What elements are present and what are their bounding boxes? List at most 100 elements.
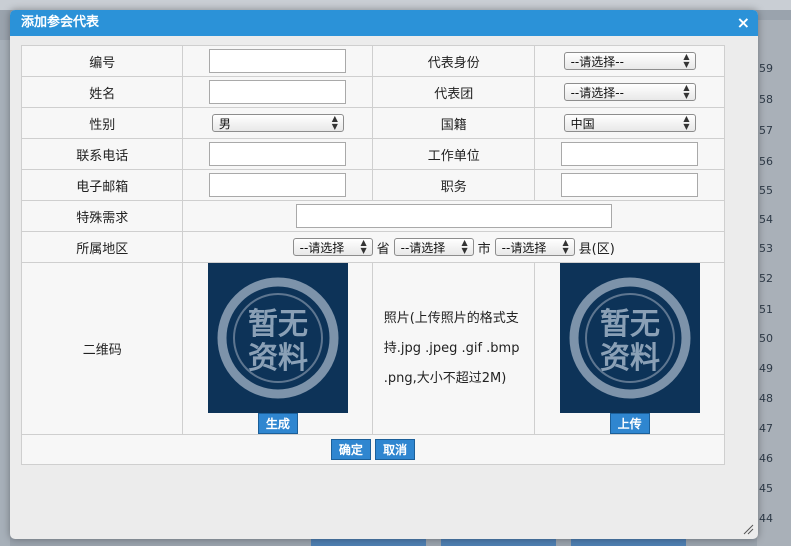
background-row-number: 45 [759, 482, 773, 495]
stamp-text-line-1: 暂无 [248, 307, 308, 342]
form-row: 联系电话 工作单位 [20, 138, 725, 170]
photo-note-cell: 照片(上传照片的格式支持.jpg .jpeg .gif .bmp .png,大小… [372, 262, 536, 435]
resize-handle-icon[interactable] [742, 523, 754, 535]
upload-button[interactable]: 上传 [609, 413, 650, 434]
no-data-stamp-icon: 暂无 资料 [569, 277, 691, 399]
gender-select-value: 男 [218, 116, 231, 131]
phone-label: 联系电话 [20, 138, 184, 170]
select-arrows-icon: ▲ ▼ [461, 238, 468, 255]
background-row-number: 54 [759, 213, 773, 226]
gender-cell: 男 ▲ ▼ [182, 107, 374, 139]
select-arrows-icon: ▲ ▼ [683, 83, 690, 100]
form-row: 性别 男 ▲ ▼ 国籍 中国 ▲ ▼ [20, 107, 725, 139]
form-actions-row: 确定 取消 [21, 434, 725, 465]
city-select[interactable]: --请选择 ▲ ▼ [393, 238, 474, 256]
background-row-number: 46 [759, 452, 773, 465]
province-select-value: --请选择 [299, 240, 345, 255]
delegate-form-table: 编号 代表身份 --请选择-- ▲ ▼ 姓名 代表团 --请选择-- ▲ ▼ 性别 男 ▲… [20, 45, 725, 465]
stamp-text-line-2: 资料 [248, 341, 308, 376]
background-row-number: 58 [759, 93, 773, 106]
position-input[interactable] [561, 173, 699, 197]
nationality-select-value: 中国 [570, 116, 595, 131]
qr-code-placeholder-image: 暂无 资料 [207, 263, 348, 413]
delegation-select[interactable]: --请选择-- ▲ ▼ [563, 83, 696, 101]
confirm-button[interactable]: 确定 [330, 439, 371, 460]
cancel-button[interactable]: 取消 [375, 439, 416, 460]
form-row: 所属地区 --请选择 ▲ ▼ 省 --请选择 ▲ ▼ 市 --请选择 ▲ ▼ 县(区) [20, 231, 725, 263]
nationality-cell: 中国 ▲ ▼ [534, 107, 725, 139]
background-row-number: 55 [759, 184, 773, 197]
stamp-text-line-2: 资料 [600, 341, 660, 376]
form-row: 二维码 暂无 资料 生成 照片(上传照片的格式支持.jpg .jpeg .gif… [20, 262, 725, 435]
form-row: 特殊需求 [20, 200, 725, 232]
close-icon[interactable]: × [737, 10, 750, 36]
background-row-number: 52 [759, 272, 773, 285]
select-arrows-icon: ▲ ▼ [683, 114, 690, 131]
background-row-number: 50 [759, 332, 773, 345]
role-select-value: --请选择-- [570, 54, 624, 69]
email-input[interactable] [209, 173, 347, 197]
background-row-number-column: 59 58 57 56 55 54 53 52 51 50 49 48 47 4… [757, 20, 791, 546]
phone-cell [182, 138, 374, 170]
email-cell [182, 169, 374, 201]
background-top-bar [0, 0, 791, 10]
position-label: 职务 [372, 169, 536, 201]
region-label: 所属地区 [20, 231, 184, 263]
background-row-number: 53 [759, 242, 773, 255]
gender-select[interactable]: 男 ▲ ▼ [211, 114, 344, 132]
county-suffix: 县(区) [578, 241, 615, 257]
name-cell [182, 76, 374, 108]
province-suffix: 省 [376, 241, 390, 257]
form-actions-cell: 确定 取消 [21, 434, 725, 465]
role-label: 代表身份 [372, 45, 536, 77]
background-left-panel [0, 40, 10, 546]
nationality-label: 国籍 [372, 107, 536, 139]
background-row-number: 56 [759, 155, 773, 168]
generate-button[interactable]: 生成 [257, 413, 298, 434]
role-cell: --请选择-- ▲ ▼ [534, 45, 725, 77]
county-select[interactable]: --请选择 ▲ ▼ [494, 238, 575, 256]
name-label: 姓名 [20, 76, 184, 108]
delegation-label: 代表团 [372, 76, 536, 108]
employer-input[interactable] [561, 142, 699, 166]
nationality-select[interactable]: 中国 ▲ ▼ [563, 114, 696, 132]
no-data-stamp-icon: 暂无 资料 [217, 277, 339, 399]
special-needs-input[interactable] [295, 204, 612, 228]
special-needs-label: 特殊需求 [20, 200, 184, 232]
employer-label: 工作单位 [372, 138, 536, 170]
employer-cell [534, 138, 725, 170]
delegation-cell: --请选择-- ▲ ▼ [534, 76, 725, 108]
form-row: 编号 代表身份 --请选择-- ▲ ▼ [20, 45, 725, 77]
delegation-select-value: --请选择-- [570, 85, 624, 100]
number-cell [182, 45, 374, 77]
position-cell [534, 169, 725, 201]
photo-cell: 暂无 资料 上传 [534, 262, 725, 435]
number-label: 编号 [20, 45, 184, 77]
city-suffix: 市 [477, 241, 491, 257]
role-select[interactable]: --请选择-- ▲ ▼ [563, 52, 696, 70]
background-row-number: 51 [759, 303, 773, 316]
city-select-value: --请选择 [400, 240, 446, 255]
name-input[interactable] [209, 80, 347, 104]
dialog-title-bar[interactable]: 添加参会代表 × [10, 10, 758, 36]
county-select-value: --请选择 [501, 240, 547, 255]
dialog-title: 添加参会代表 [21, 15, 100, 30]
background-row-number: 44 [759, 512, 773, 525]
select-arrows-icon: ▲ ▼ [360, 238, 367, 255]
region-selects: --请选择 ▲ ▼ 省 --请选择 ▲ ▼ 市 --请选择 ▲ ▼ 县(区) [292, 238, 615, 257]
region-cell: --请选择 ▲ ▼ 省 --请选择 ▲ ▼ 市 --请选择 ▲ ▼ 县(区) [182, 231, 725, 263]
phone-input[interactable] [209, 142, 347, 166]
select-arrows-icon: ▲ ▼ [331, 114, 338, 131]
province-select[interactable]: --请选择 ▲ ▼ [292, 238, 373, 256]
form-row: 姓名 代表团 --请选择-- ▲ ▼ [20, 76, 725, 108]
email-label: 电子邮箱 [20, 169, 184, 201]
special-needs-cell [182, 200, 725, 232]
select-arrows-icon: ▲ ▼ [683, 52, 690, 69]
qr-code-label: 二维码 [20, 262, 184, 435]
background-row-number: 48 [759, 392, 773, 405]
background-row-number: 47 [759, 422, 773, 435]
stamp-text-line-1: 暂无 [600, 307, 660, 342]
number-input[interactable] [209, 49, 347, 73]
background-row-number: 59 [759, 62, 773, 75]
gender-label: 性别 [20, 107, 184, 139]
